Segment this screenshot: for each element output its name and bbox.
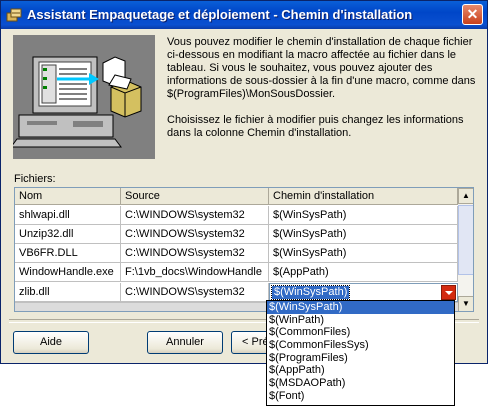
cell-install-path[interactable]: $(WinSysPath) [269,244,458,263]
cell-source[interactable]: C:\WINDOWS\system32 [121,206,269,225]
cell-install-path[interactable]: $(WinSysPath) [269,225,458,244]
cell-source[interactable]: C:\WINDOWS\system32 [121,283,269,302]
package-icon [6,8,22,22]
dropdown-option[interactable]: $(ProgramFiles) [267,352,454,365]
scrollbar-thumb[interactable] [458,205,473,275]
table-row[interactable]: VB6FR.DLL C:\WINDOWS\system32 $(WinSysPa… [15,244,458,263]
chevron-down-icon[interactable] [441,285,456,300]
computer-illustration [13,35,155,159]
combo-current-value[interactable]: $(WinSysPath) [270,285,351,300]
cell-name[interactable]: shlwapi.dll [15,206,121,225]
table-row[interactable]: WindowHandle.exe F:\1vb_docs\WindowHandl… [15,263,458,282]
cell-name[interactable]: VB6FR.DLL [15,244,121,263]
cell-install-path[interactable]: $(WinSysPath) [269,206,458,225]
column-header-install-path[interactable]: Chemin d'installation [269,188,458,205]
instruction-paragraph: Choisissez le fichier à modifier puis ch… [167,114,464,139]
cell-source[interactable]: C:\WINDOWS\system32 [121,225,269,244]
cell-source[interactable]: F:\1vb_docs\WindowHandle [121,263,269,282]
table-row[interactable]: shlwapi.dll C:\WINDOWS\system32 $(WinSys… [15,206,458,225]
back-button[interactable]: < Pré [231,331,271,354]
table-row[interactable]: Unzip32.dll C:\WINDOWS\system32 $(WinSys… [15,225,458,244]
dropdown-option[interactable]: $(WinSysPath) [267,301,454,314]
cell-name[interactable]: WindowHandle.exe [15,263,121,282]
column-header-name[interactable]: Nom [15,188,121,205]
cancel-button[interactable]: Annuler [147,331,223,354]
description-paragraph: Vous pouvez modifier le chemin d'install… [167,36,476,100]
scroll-down-arrow-icon[interactable]: ▼ [458,296,473,311]
close-button[interactable]: ✕ [462,4,483,25]
window-title: Assistant Empaquetage et déploiement - C… [27,7,413,22]
dropdown-option[interactable]: $(CommonFiles) [267,326,454,339]
install-path-dropdown-list[interactable]: $(WinSysPath) $(WinPath) $(CommonFiles) … [266,300,455,406]
files-label: Fichiers: [14,173,56,185]
column-header-source[interactable]: Source [121,188,269,205]
dropdown-option[interactable]: $(CommonFilesSys) [267,339,454,352]
help-button[interactable]: Aide [13,331,89,354]
cell-name[interactable]: zlib.dll [15,283,121,302]
cell-install-path[interactable]: $(AppPath) [269,263,458,282]
dropdown-option[interactable]: $(AppPath) [267,364,454,377]
dropdown-option[interactable]: $(Font) [267,390,454,403]
files-grid[interactable]: Nom Source Chemin d'installation shlwapi… [14,187,474,312]
dropdown-option[interactable]: $(MSDAOPath) [267,377,454,390]
scroll-up-arrow-icon[interactable]: ▲ [458,188,473,204]
dropdown-option[interactable]: $(WinPath) [267,314,454,327]
vertical-scrollbar[interactable]: ▲ ▼ [458,188,473,311]
title-bar[interactable]: Assistant Empaquetage et déploiement - C… [1,1,487,29]
cell-source[interactable]: C:\WINDOWS\system32 [121,244,269,263]
cell-name[interactable]: Unzip32.dll [15,225,121,244]
